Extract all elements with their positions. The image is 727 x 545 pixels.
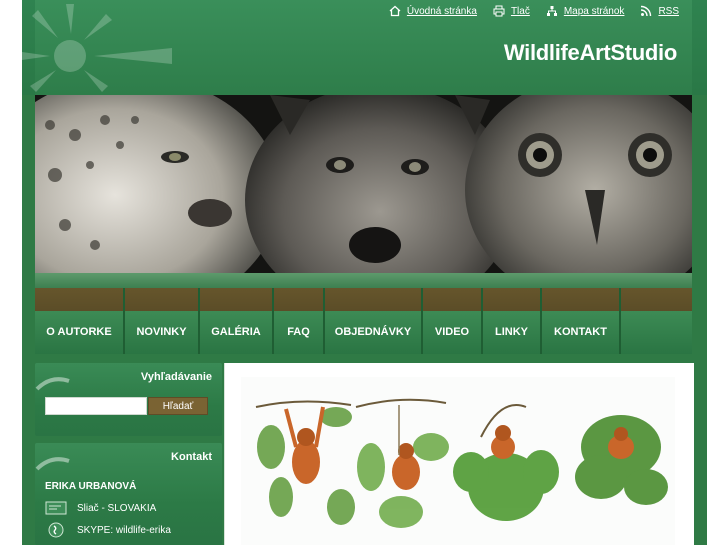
contact-skype-row: SKYPE: wildlife-erika [45,522,171,538]
nav-item-top [542,288,619,311]
home-icon [389,5,401,17]
sitemap-link-label: Mapa stránok [563,5,625,17]
search-box-title: Vyhľadávanie [140,371,212,383]
nav-item-novinky[interactable]: NOVINKY [125,288,200,354]
nav-item-label: O AUTORKE [46,326,112,338]
banner-strip [35,273,692,288]
nav-item-objednavky[interactable]: OBJEDNÁVKY [325,288,423,354]
print-link-label: Tlač [510,5,530,17]
nav-item-label: NOVINKY [136,326,187,338]
main-nav: O AUTORKE NOVINKY GALÉRIA FAQ OBJEDNÁVKY… [35,288,692,354]
rss-icon [641,5,652,17]
nav-item-kontakt[interactable]: KONTAKT [542,288,621,354]
nav-item-top [483,288,540,311]
header: Úvodná stránka Tlač Mapa stránok RSS Wil… [22,0,707,95]
nav-item-o-autorke[interactable]: O AUTORKE [35,288,125,354]
nav-item-empty [621,288,692,354]
nav-item-top [274,288,323,311]
search-button[interactable]: Hľadať [148,397,208,415]
contact-box-title: Kontakt [171,451,212,463]
nav-item-bottom [621,311,692,354]
contact-address: Sliač - SLOVAKIA [77,502,157,514]
skype-icon [48,522,64,538]
nav-item-faq[interactable]: FAQ [274,288,325,354]
nav-item-video[interactable]: VIDEO [423,288,483,354]
sun-logo-decoration [22,4,172,92]
print-icon [493,5,505,17]
home-link-label: Úvodná stránka [406,5,477,17]
nav-item-label: OBJEDNÁVKY [334,326,412,338]
sitemap-icon [546,6,557,16]
sitemap-link[interactable]: Mapa stránok [546,5,625,17]
home-link[interactable]: Úvodná stránka [389,5,477,17]
orangutan-illustration[interactable] [241,377,675,545]
nav-item-top [325,288,421,311]
main-content [224,363,694,545]
site-title[interactable]: WildlifeArtStudio [504,40,677,66]
contact-name: ERIKA URBANOVÁ [45,481,137,492]
page: Úvodná stránka Tlač Mapa stránok RSS Wil… [22,0,707,545]
nav-item-top [35,288,123,311]
nav-item-linky[interactable]: LINKY [483,288,542,354]
search-box: Vyhľadávanie Hľadať [35,363,222,436]
nav-item-label: VIDEO [434,326,470,338]
nav-item-top [200,288,272,311]
nav-item-top [125,288,198,311]
arc-decoration [35,377,70,391]
contact-box: Kontakt ERIKA URBANOVÁ Sliač - SLOVAKIA … [35,443,222,545]
print-link[interactable]: Tlač [493,5,530,17]
nav-item-top [423,288,481,311]
envelope-icon [45,501,67,515]
rss-link[interactable]: RSS [640,5,679,17]
nav-item-top [621,288,692,311]
header-banner-image [35,95,692,273]
nav-item-galeria[interactable]: GALÉRIA [200,288,274,354]
nav-item-label: LINKY [495,326,528,338]
nav-item-label: FAQ [287,326,310,338]
search-input[interactable] [45,397,147,415]
rss-link-label: RSS [658,5,679,17]
nav-item-label: KONTAKT [554,326,607,338]
arc-decoration [35,457,70,471]
top-links: Úvodná stránka Tlač Mapa stránok RSS [389,4,679,18]
contact-address-row: Sliač - SLOVAKIA [45,500,156,516]
contact-skype: SKYPE: wildlife-erika [77,524,171,536]
nav-item-label: GALÉRIA [211,326,261,338]
